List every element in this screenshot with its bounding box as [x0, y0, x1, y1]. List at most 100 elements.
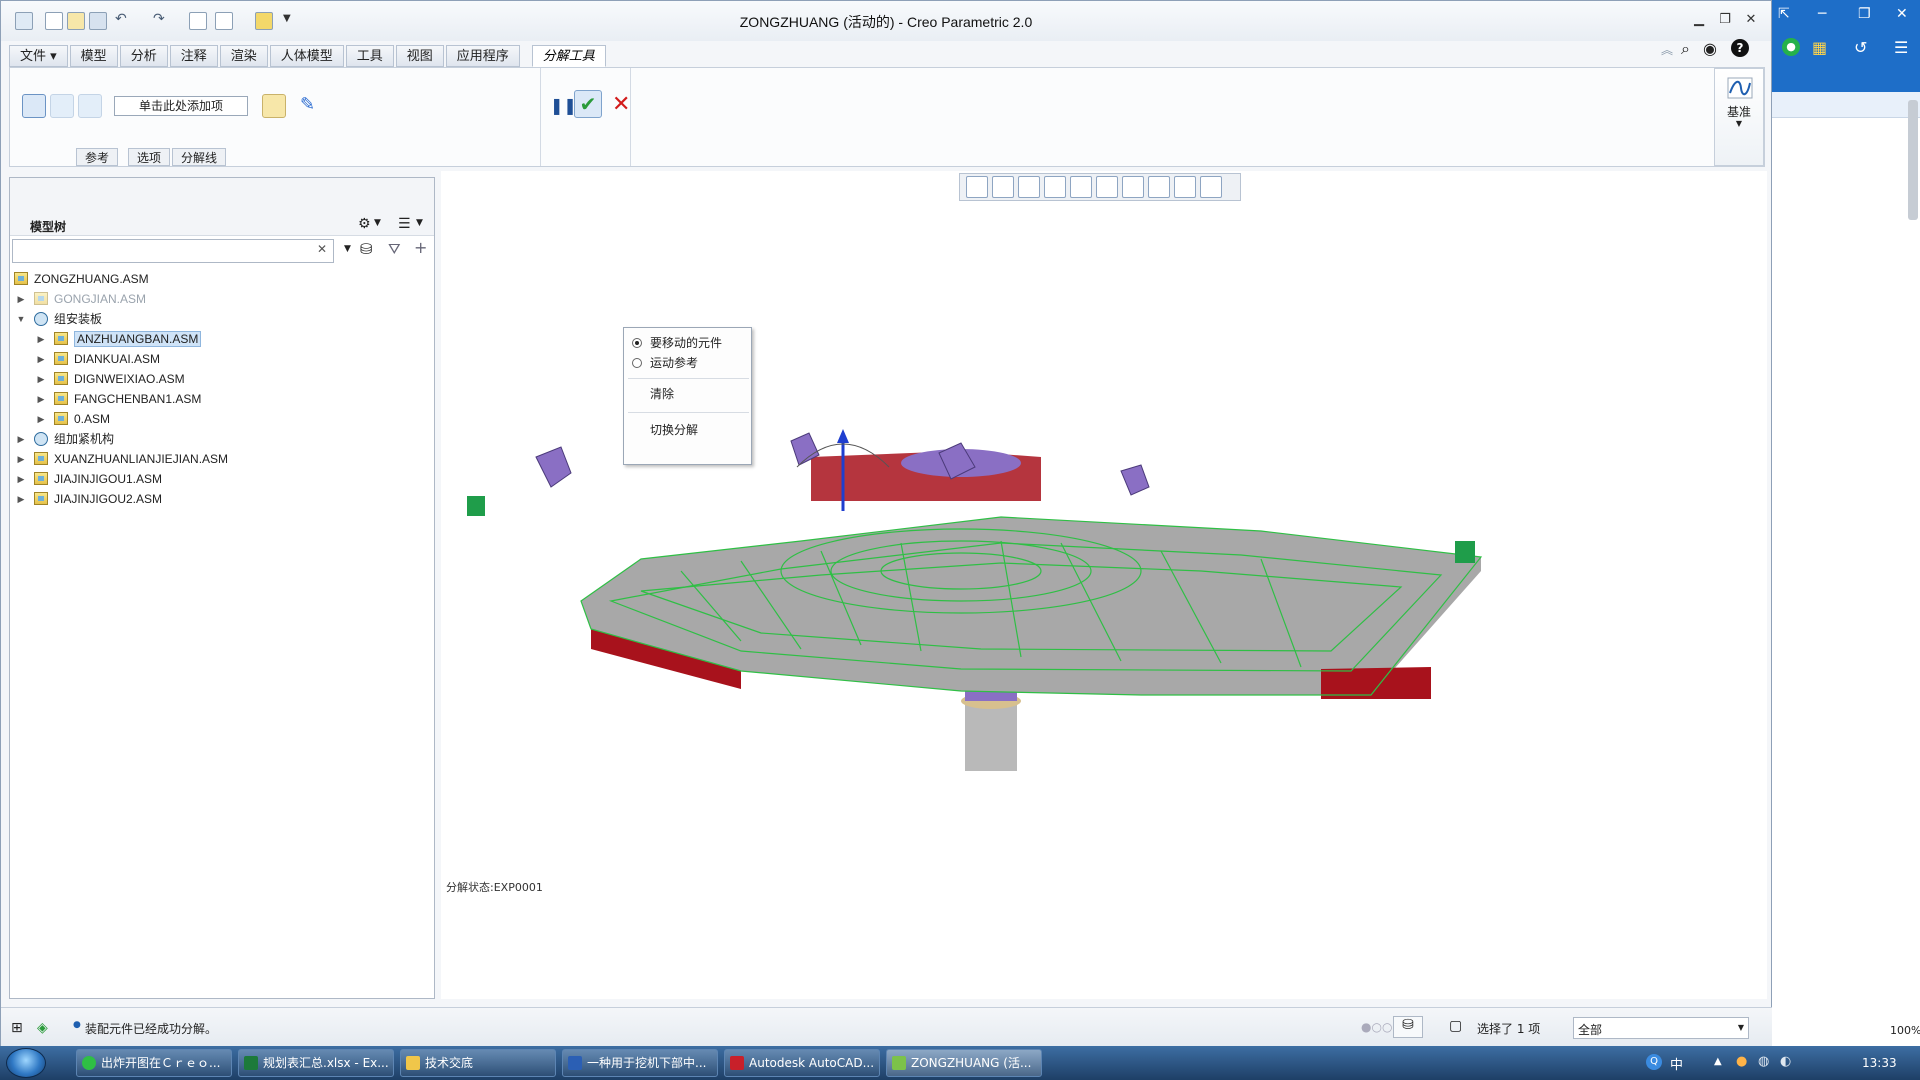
show-menu-icon[interactable]: ☰	[398, 216, 411, 232]
tab-applications[interactable]: 应用程序	[445, 45, 520, 67]
restore-button[interactable]: ❐	[1713, 11, 1737, 29]
taskbar-item-excel[interactable]: 规划表汇总.xlsx - Ex...	[238, 1049, 394, 1077]
annotation-display-icon[interactable]	[1200, 176, 1222, 198]
navigator-toggle-icon[interactable]: ⊞	[11, 1020, 23, 1036]
menu-item-components-to-move[interactable]: 要移动的元件	[624, 333, 751, 353]
menu-item-motion-reference[interactable]: 运动参考	[624, 353, 751, 373]
graphics-viewport[interactable]: 分解状态:EXP0001	[441, 171, 1767, 999]
tab-analysis[interactable]: 分析	[119, 45, 168, 67]
expand-icon[interactable]: ▶	[36, 370, 46, 388]
restore-icon[interactable]: ❐	[1858, 6, 1871, 22]
find-binoculars-icon[interactable]: ⛁	[360, 240, 373, 258]
expand-icon[interactable]: ▶	[16, 290, 26, 308]
tab-render[interactable]: 渲染	[219, 45, 268, 67]
tree-item-root[interactable]: ZONGZHUANG.ASM	[14, 270, 149, 288]
help-icon[interactable]: ?	[1731, 39, 1749, 57]
tree-item[interactable]: ▶ GONGJIAN.ASM	[14, 290, 146, 308]
zoom-in-icon[interactable]	[992, 176, 1014, 198]
model-3d-render[interactable]	[441, 171, 1767, 999]
chevron-down-icon[interactable]: ▼	[416, 218, 423, 228]
community-icon[interactable]: ◉	[1703, 39, 1717, 58]
view-manager-icon[interactable]	[1122, 176, 1144, 198]
tree-item[interactable]: ▶ DIGNWEIXIAO.ASM	[34, 370, 185, 388]
filter-icon[interactable]: ⛛	[388, 240, 401, 258]
start-button[interactable]	[6, 1048, 46, 1078]
tree-item[interactable]: ▶ FANGCHENBAN1.ASM	[34, 390, 201, 408]
datum-display-icon[interactable]	[1148, 176, 1170, 198]
spin-center-icon[interactable]	[1174, 176, 1196, 198]
display-style-icon[interactable]	[1070, 176, 1092, 198]
expand-icon[interactable]: ▶	[36, 330, 46, 348]
taskbar-item-autocad[interactable]: Autodesk AutoCAD...	[724, 1049, 880, 1077]
tab-model[interactable]: 模型	[69, 45, 118, 67]
confirm-check-icon[interactable]: ✔	[574, 90, 602, 118]
scrollbar-thumb[interactable]	[1908, 100, 1918, 220]
tray-app-icon[interactable]: ●	[1736, 1054, 1747, 1069]
browser-toggle-icon[interactable]: ◈	[37, 1020, 48, 1036]
minimize-button[interactable]: ▁	[1687, 11, 1711, 29]
back-icon[interactable]: ↺	[1854, 38, 1867, 57]
qq-icon[interactable]: Q	[1646, 1054, 1662, 1070]
taskbar-item-word[interactable]: 一种用于挖机下部中...	[562, 1049, 718, 1077]
menu-icon[interactable]: ☰	[1894, 38, 1908, 57]
rotate-icon[interactable]	[50, 94, 74, 118]
expand-icon[interactable]: ▶	[16, 430, 26, 448]
subtab-explode-lines[interactable]: 分解线	[172, 148, 227, 166]
tab-manikin[interactable]: 人体模型	[269, 45, 344, 67]
menu-item-toggle-explode[interactable]: 切换分解	[624, 420, 751, 440]
taskbar-item-folder[interactable]: 技术交底	[400, 1049, 556, 1077]
ime-indicator[interactable]: 中	[1670, 1054, 1683, 1073]
expand-icon[interactable]: ▶	[16, 470, 26, 488]
network-icon[interactable]: ◍	[1758, 1054, 1769, 1069]
selection-filter-dropdown[interactable]: 全部 ▼	[1573, 1017, 1749, 1039]
expand-icon[interactable]: ▶	[36, 410, 46, 428]
minimize-icon[interactable]: ─	[1818, 6, 1826, 22]
expand-icon[interactable]: ▶	[16, 450, 26, 468]
magic-wand-icon[interactable]: ✎	[300, 94, 315, 115]
search-icon[interactable]: ⌕	[1681, 39, 1690, 59]
tree-search-input[interactable]: ✕	[12, 239, 334, 263]
tab-annotate[interactable]: 注释	[169, 45, 218, 67]
add-column-icon[interactable]: +	[414, 238, 427, 257]
tree-item-selected[interactable]: ▶ ANZHUANGBAN.ASM	[34, 330, 202, 348]
zoom-out-icon[interactable]	[1018, 176, 1040, 198]
collapse-ribbon-icon[interactable]: ︽	[1661, 41, 1673, 58]
tab-tools[interactable]: 工具	[345, 45, 394, 67]
find-icon[interactable]: ⛁	[1393, 1016, 1423, 1038]
tree-item[interactable]: ▶ 0.ASM	[34, 410, 110, 428]
move-icon[interactable]	[22, 94, 46, 118]
tree-item[interactable]: ▶ DIANKUAI.ASM	[34, 350, 160, 368]
tab-view[interactable]: 视图	[395, 45, 444, 67]
pause-icon[interactable]: ❚❚	[550, 96, 577, 115]
tree-item[interactable]: ▶ XUANZHUANLIANJIEJIAN.ASM	[14, 450, 228, 468]
expand-icon[interactable]: ▶	[16, 490, 26, 508]
taskbar-item-creo-explode[interactable]: 出炸开图在Ｃｒｅｏ...	[76, 1049, 232, 1077]
refit-icon[interactable]	[966, 176, 988, 198]
pin-icon[interactable]: ⇱	[1778, 6, 1790, 22]
close-icon[interactable]: ✕	[1896, 6, 1908, 22]
subtab-options[interactable]: 选项	[128, 148, 171, 166]
datum-group[interactable]: 基准 ▼	[1714, 68, 1764, 166]
tree-item[interactable]: ▶ JIAJINJIGOU2.ASM	[14, 490, 162, 508]
chevron-down-icon[interactable]: ▼	[374, 218, 381, 228]
volume-icon[interactable]: ◐	[1780, 1054, 1791, 1069]
close-button[interactable]: ✕	[1739, 11, 1763, 29]
translate-view-icon[interactable]	[78, 94, 102, 118]
apps-grid-icon[interactable]: ▦	[1812, 38, 1827, 57]
taskbar-item-creo[interactable]: ZONGZHUANG (活...	[886, 1049, 1042, 1077]
add-item-field[interactable]: 单击此处添加项	[114, 96, 248, 116]
tab-file[interactable]: 文件 ▾	[9, 45, 68, 67]
tray-expand-icon[interactable]: ▲	[1714, 1056, 1722, 1067]
expand-icon[interactable]: ▶	[36, 350, 46, 368]
menu-item-clear[interactable]: 清除	[624, 384, 751, 404]
cancel-x-icon[interactable]: ✕	[612, 92, 630, 117]
collapse-icon[interactable]: ▼	[16, 310, 26, 328]
clear-search-icon[interactable]: ✕	[317, 242, 327, 256]
explode-lines-icon[interactable]	[262, 94, 286, 118]
browser-address-bar[interactable]	[1772, 92, 1920, 118]
tree-settings-icon[interactable]: ⚙	[358, 216, 371, 232]
repaint-icon[interactable]	[1044, 176, 1066, 198]
clock[interactable]: 13:33	[1862, 1056, 1897, 1070]
tree-item-group[interactable]: ▼ 组安装板	[14, 310, 102, 328]
app-badge-icon[interactable]: ●	[1782, 38, 1800, 56]
